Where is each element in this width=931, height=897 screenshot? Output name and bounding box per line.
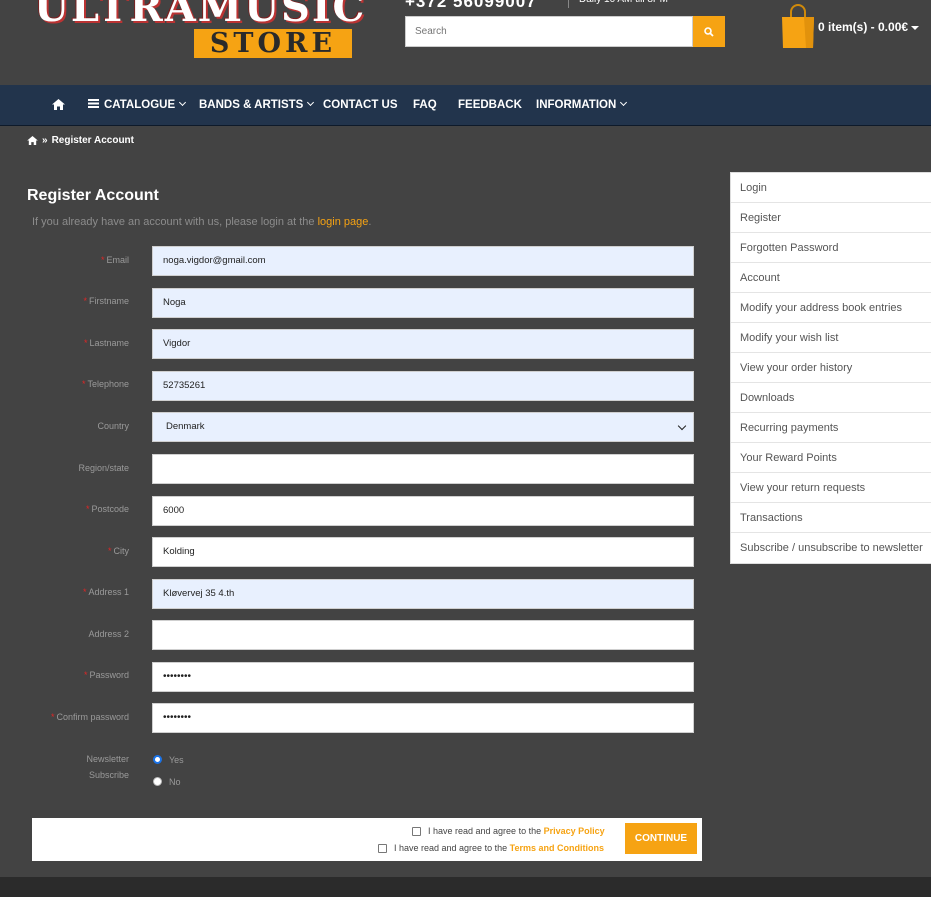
city-label: * City xyxy=(107,546,129,556)
address1-field[interactable]: Kløvervej 35 4.th xyxy=(152,579,694,609)
logo-text-top: ULTRAMUSIC xyxy=(34,0,367,31)
nav-catalogue-label: CATALOGUE xyxy=(104,99,176,111)
confirm-password-label: * Confirm password xyxy=(50,712,129,722)
newsletter-no-radio[interactable] xyxy=(153,777,162,786)
region-field[interactable] xyxy=(152,454,694,484)
logo-text-store: STORE xyxy=(194,29,352,58)
search-input[interactable] xyxy=(405,16,693,47)
nav-contact-us[interactable]: CONTACT US xyxy=(323,85,398,126)
header: ULTRAMUSIC STORE +372 56099007 Daily 10 … xyxy=(0,0,931,85)
sidebar-item-order-history[interactable]: View your order history xyxy=(731,353,931,383)
breadcrumb: » Register Account xyxy=(27,135,134,146)
address2-field[interactable] xyxy=(152,620,694,650)
sidebar-item-address-book[interactable]: Modify your address book entries xyxy=(731,293,931,323)
sidebar-item-wish-list[interactable]: Modify your wish list xyxy=(731,323,931,353)
shopping-bag-icon[interactable] xyxy=(780,3,816,49)
search-button[interactable] xyxy=(693,16,725,47)
lastname-label: * Lastname xyxy=(83,338,129,348)
home-icon xyxy=(52,99,65,111)
login-page-link[interactable]: login page xyxy=(318,216,369,228)
postcode-field[interactable]: 6000 xyxy=(152,496,694,526)
nav-faq[interactable]: FAQ xyxy=(413,85,437,126)
region-label: Region/state xyxy=(78,463,129,473)
address1-label: * Address 1 xyxy=(82,587,129,597)
lastname-field[interactable]: Vigdor xyxy=(152,329,694,359)
newsletter-label: Newsletter xyxy=(86,754,129,764)
confirm-password-field[interactable]: •••••••• xyxy=(152,703,694,733)
login-prompt-text: If you already have an account with us, … xyxy=(32,216,315,228)
terms-agree-text: I have read and agree to the Terms and C… xyxy=(394,843,604,853)
caret-down-icon xyxy=(911,25,920,30)
privacy-policy-link[interactable]: Privacy Policy xyxy=(544,826,605,836)
cart-summary[interactable]: 0 item(s) - 0.00€ xyxy=(818,20,920,34)
sidebar-item-login[interactable]: Login xyxy=(731,173,931,203)
main-nav: CATALOGUE BANDS & ARTISTS CONTACT US FAQ… xyxy=(0,85,931,126)
menu-icon xyxy=(88,99,99,109)
nav-catalogue[interactable]: CATALOGUE xyxy=(88,85,187,126)
chevron-down-icon xyxy=(677,421,687,431)
sidebar-item-reward-points[interactable]: Your Reward Points xyxy=(731,443,931,473)
privacy-policy-checkbox[interactable] xyxy=(412,827,421,836)
firstname-label: * Firstname xyxy=(83,296,129,306)
sidebar-item-forgotten-password[interactable]: Forgotten Password xyxy=(731,233,931,263)
breadcrumb-separator: » xyxy=(42,135,48,146)
chevron-down-icon xyxy=(179,98,187,107)
privacy-agree-text: I have read and agree to the Privacy Pol… xyxy=(428,826,605,836)
country-select[interactable]: Denmark xyxy=(152,412,694,442)
terms-checkbox[interactable] xyxy=(378,844,387,853)
nav-bands-label: BANDS & ARTISTS xyxy=(199,99,304,111)
postcode-label: * Postcode xyxy=(85,504,129,514)
nav-bands-artists[interactable]: BANDS & ARTISTS xyxy=(199,85,315,126)
store-logo[interactable]: ULTRAMUSIC STORE xyxy=(34,0,364,60)
home-icon[interactable] xyxy=(27,136,38,145)
country-label: Country xyxy=(97,421,129,431)
search-icon xyxy=(704,26,714,37)
email-label: * Email xyxy=(100,255,129,265)
agreement-panel: I have read and agree to the Privacy Pol… xyxy=(32,818,702,861)
sidebar-item-recurring-payments[interactable]: Recurring payments xyxy=(731,413,931,443)
sidebar-item-register[interactable]: Register xyxy=(731,203,931,233)
email-field[interactable]: noga.vigdor@gmail.com xyxy=(152,246,694,276)
country-selected: Denmark xyxy=(166,421,205,432)
continue-button[interactable]: CONTINUE xyxy=(625,823,697,854)
search-bar xyxy=(405,16,725,47)
telephone-field[interactable]: 52735261 xyxy=(152,371,694,401)
newsletter-no-label: No xyxy=(169,777,181,787)
address2-label: Address 2 xyxy=(88,629,129,639)
login-prompt: If you already have an account with us, … xyxy=(32,216,372,228)
terms-link[interactable]: Terms and Conditions xyxy=(510,843,604,853)
sidebar-item-return-requests[interactable]: View your return requests xyxy=(731,473,931,503)
city-field[interactable]: Kolding xyxy=(152,537,694,567)
nav-feedback[interactable]: FEEDBACK xyxy=(458,85,522,126)
page-title: Register Account xyxy=(27,187,159,204)
chevron-down-icon xyxy=(307,98,315,107)
password-field[interactable]: •••••••• xyxy=(152,662,694,692)
newsletter-yes-radio[interactable] xyxy=(153,755,162,764)
sidebar-item-transactions[interactable]: Transactions xyxy=(731,503,931,533)
nav-information[interactable]: INFORMATION xyxy=(536,85,628,126)
telephone-label: * Telephone xyxy=(81,379,129,389)
footer-strip xyxy=(0,877,931,897)
home-nav-button[interactable] xyxy=(52,85,65,126)
newsletter-label-line2: Subscribe xyxy=(88,770,129,780)
cart-total: 0 item(s) - 0.00€ xyxy=(818,20,909,34)
sidebar-item-newsletter[interactable]: Subscribe / unsubscribe to newsletter xyxy=(731,533,931,563)
account-sidebar: Login Register Forgotten Password Accoun… xyxy=(730,172,931,564)
opening-hours: Daily 10 AM till 8PM xyxy=(568,0,668,8)
firstname-field[interactable]: Noga xyxy=(152,288,694,318)
phone-number: +372 56099007 xyxy=(405,0,537,11)
breadcrumb-current[interactable]: Register Account xyxy=(52,135,134,146)
sidebar-item-downloads[interactable]: Downloads xyxy=(731,383,931,413)
newsletter-yes-label: Yes xyxy=(169,755,184,765)
nav-information-label: INFORMATION xyxy=(536,99,617,111)
sidebar-item-account[interactable]: Account xyxy=(731,263,931,293)
chevron-down-icon xyxy=(620,98,628,107)
password-label: * Password xyxy=(83,670,129,680)
